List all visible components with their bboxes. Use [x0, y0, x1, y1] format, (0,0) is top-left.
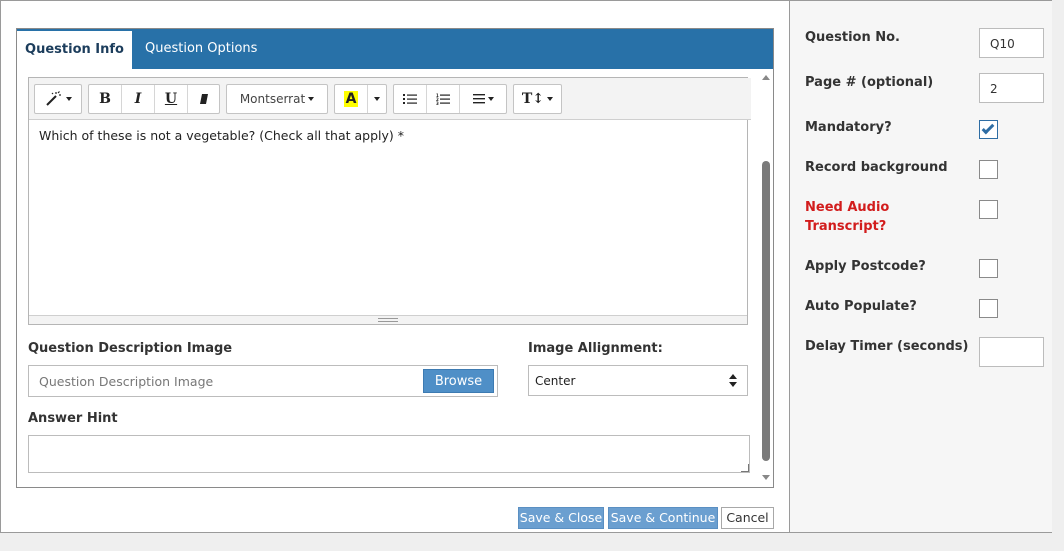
- audio-transcript-checkbox[interactable]: [979, 200, 998, 219]
- font-family-label: Montserrat: [239, 92, 306, 106]
- text-size-group: T↕: [513, 84, 562, 114]
- cancel-button[interactable]: Cancel: [721, 507, 774, 529]
- tab-question-info[interactable]: Question Info: [17, 29, 132, 69]
- font-group: Montserrat: [226, 84, 328, 114]
- scroll-down-icon[interactable]: [762, 475, 770, 480]
- audio-transcript-label-line2: Transcript?: [805, 219, 887, 234]
- audio-transcript-label-line1: Need Audio: [805, 200, 890, 215]
- align-left-icon[interactable]: [460, 85, 506, 113]
- description-image-placeholder: Question Description Image: [39, 374, 214, 389]
- eraser-icon[interactable]: [188, 85, 219, 113]
- font-family-dropdown[interactable]: Montserrat: [227, 85, 327, 113]
- mandatory-label: Mandatory?: [805, 120, 892, 135]
- browse-button[interactable]: Browse: [423, 369, 494, 393]
- audio-transcript-label: Need Audio Transcript?: [805, 198, 889, 236]
- save-close-button[interactable]: Save & Close: [518, 507, 604, 529]
- apply-postcode-label: Apply Postcode?: [805, 259, 926, 274]
- text-size-label: T↕: [521, 91, 545, 107]
- bold-button[interactable]: B: [89, 85, 122, 113]
- question-settings-pane: Question No. Q10 Page # (optional) 2 Man…: [790, 1, 1052, 532]
- mandatory-checkbox[interactable]: [979, 120, 998, 139]
- rich-text-editor: B I U Montserrat A 1 2 3 T↕ Which of the…: [28, 77, 751, 325]
- description-image-input[interactable]: Question Description Image Browse: [28, 365, 498, 397]
- textarea-resize-icon[interactable]: [741, 464, 749, 472]
- ordered-list-icon[interactable]: 123: [427, 85, 460, 113]
- svg-text:3: 3: [436, 101, 439, 105]
- answer-hint-input[interactable]: [28, 435, 750, 473]
- editor-toolbar: B I U Montserrat A 1 2 3 T↕: [29, 78, 751, 120]
- highlight-color-button[interactable]: A: [335, 85, 368, 113]
- auto-populate-checkbox[interactable]: [979, 299, 998, 318]
- question-no-input[interactable]: Q10: [979, 28, 1044, 58]
- scrollbar-thumb[interactable]: [762, 161, 770, 461]
- record-background-checkbox[interactable]: [979, 160, 998, 179]
- apply-postcode-checkbox[interactable]: [979, 259, 998, 278]
- paragraph-group: 123: [393, 84, 507, 114]
- magic-wand-icon[interactable]: [35, 85, 81, 113]
- checkmark-icon: [981, 121, 995, 135]
- vertical-scrollbar[interactable]: [759, 69, 773, 487]
- style-group: [34, 84, 82, 114]
- page-number-label: Page # (optional): [805, 75, 934, 90]
- image-alignment-label: Image Allignment:: [528, 341, 663, 356]
- page-number-input[interactable]: 2: [979, 73, 1044, 103]
- scroll-up-icon[interactable]: [762, 75, 770, 80]
- underline-button[interactable]: U: [155, 85, 188, 113]
- tab-question-options[interactable]: Question Options: [145, 29, 257, 69]
- image-alignment-value: Center: [535, 374, 576, 388]
- image-alignment-select[interactable]: Center: [528, 365, 748, 396]
- unordered-list-icon[interactable]: [394, 85, 427, 113]
- delay-timer-label: Delay Timer (seconds): [805, 339, 969, 354]
- text-size-dropdown[interactable]: T↕: [514, 85, 561, 113]
- tab-bar: Question Info Question Options: [17, 29, 773, 69]
- grip-icon: [378, 318, 398, 322]
- description-image-label: Question Description Image: [28, 341, 233, 356]
- question-info-scroll-area: B I U Montserrat A 1 2 3 T↕ Which of the…: [17, 69, 773, 487]
- question-main-pane: Question Info Question Options B I U Mon…: [1, 1, 789, 532]
- question-panel: Question Info Question Options B I U Mon…: [16, 28, 774, 488]
- highlight-letter: A: [343, 91, 359, 107]
- editor-resize-handle[interactable]: [29, 315, 747, 324]
- answer-hint-label: Answer Hint: [28, 411, 118, 426]
- record-background-label: Record background: [805, 160, 948, 175]
- color-group: A: [334, 84, 387, 114]
- save-continue-button[interactable]: Save & Continue: [608, 507, 718, 529]
- editor-content[interactable]: Which of these is not a vegetable? (Chec…: [39, 128, 404, 143]
- question-editor-dialog: Question Info Question Options B I U Mon…: [0, 0, 1052, 533]
- italic-button[interactable]: I: [122, 85, 155, 113]
- auto-populate-label: Auto Populate?: [805, 299, 917, 314]
- color-dropdown-toggle[interactable]: [368, 85, 386, 113]
- select-arrows-icon: [729, 374, 737, 388]
- format-group: B I U: [88, 84, 220, 114]
- question-no-label: Question No.: [805, 30, 900, 45]
- delay-timer-input[interactable]: [979, 337, 1044, 367]
